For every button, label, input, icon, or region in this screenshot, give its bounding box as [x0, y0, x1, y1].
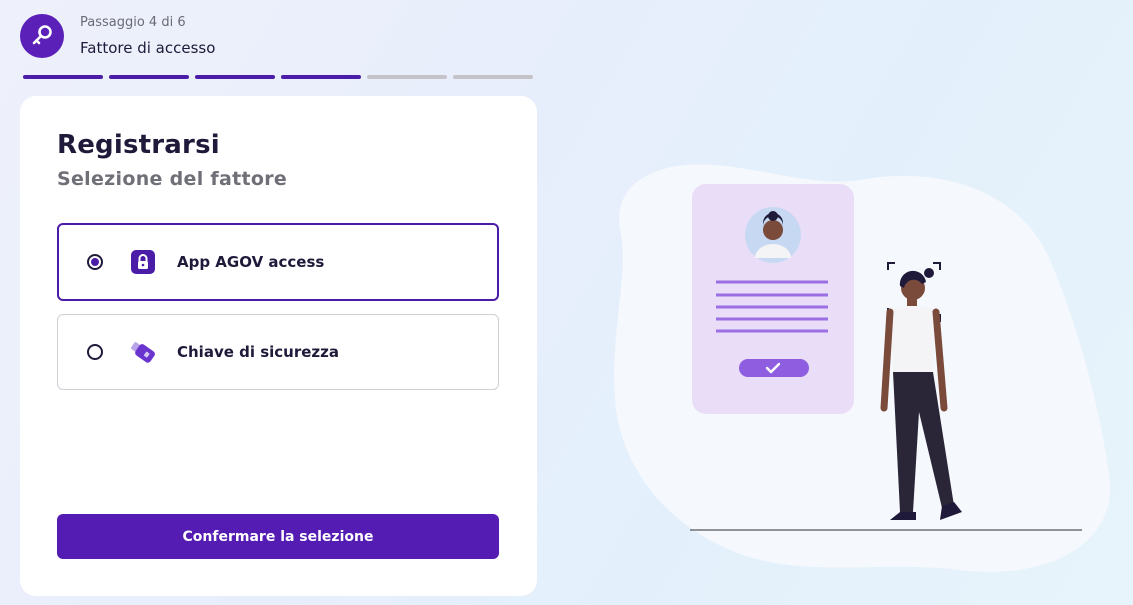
progress-segment [23, 75, 103, 79]
step-title: Fattore di accesso [80, 39, 216, 57]
usb-key-icon [129, 338, 157, 366]
step-counter: Passaggio 4 di 6 [80, 15, 186, 30]
page-subtitle: Selezione del fattore [57, 168, 288, 190]
page: Passaggio 4 di 6 Fattore di accesso Regi… [0, 0, 1133, 605]
step-header: Passaggio 4 di 6 Fattore di accesso [20, 14, 215, 58]
progress-segment [195, 75, 275, 79]
progress-segment [367, 75, 447, 79]
progress-segment [453, 75, 533, 79]
option-label: Chiave di sicurezza [177, 343, 340, 361]
page-title: Registrarsi [57, 130, 220, 160]
confirm-selection-button[interactable]: Confermare la selezione [57, 514, 499, 559]
progress-segment [109, 75, 189, 79]
radio-security-key[interactable] [87, 344, 103, 360]
progress-segment [281, 75, 361, 79]
background-blob [614, 164, 1111, 572]
identity-verification-illustration [600, 150, 1120, 580]
option-agov-app[interactable]: App AGOV access [57, 223, 499, 301]
registration-card: Registrarsi Selezione del fattore App AG… [20, 96, 537, 596]
option-label: App AGOV access [177, 253, 325, 271]
option-security-key[interactable]: Chiave di sicurezza [57, 314, 499, 390]
radio-agov-app[interactable] [87, 254, 103, 270]
lock-app-icon [129, 248, 157, 276]
key-icon [20, 14, 64, 58]
progress-bar [23, 75, 533, 79]
